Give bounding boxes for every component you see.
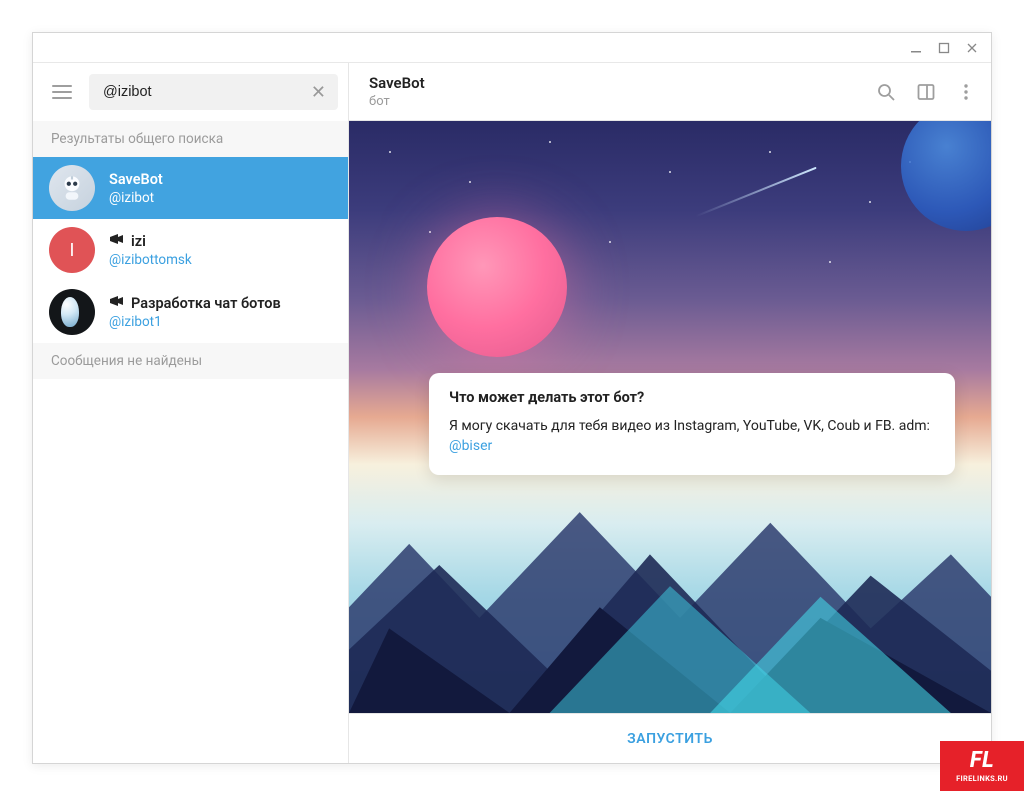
search-result-chatbots[interactable]: Разработка чат ботов @izibot1 — [33, 281, 348, 343]
chat-header-actions — [875, 81, 977, 103]
result-handle: @izibottomsk — [109, 252, 192, 268]
result-text: Разработка чат ботов @izibot1 — [109, 294, 281, 330]
avatar-letter: I — [49, 227, 95, 273]
avatar-robot-icon — [49, 165, 95, 211]
result-text: izi @izibottomsk — [109, 232, 192, 268]
result-name: izi — [109, 232, 192, 250]
result-name: Разработка чат ботов — [109, 294, 281, 312]
hamburger-menu-icon[interactable] — [45, 75, 79, 109]
search-result-savebot[interactable]: SaveBot @izibot — [33, 157, 348, 219]
minimize-button[interactable] — [909, 41, 923, 55]
watermark-badge: FL FIRELINKS.RU — [940, 741, 1024, 791]
result-handle: @izibot1 — [109, 314, 281, 330]
watermark-logo: FL — [970, 750, 994, 772]
search-icon[interactable] — [875, 81, 897, 103]
search-row: ✕ — [33, 63, 348, 121]
start-button[interactable]: ЗАПУСТИТЬ — [627, 731, 713, 747]
result-name-label: Разработка чат ботов — [131, 295, 281, 312]
bot-info-card: Что может делать этот бот? Я могу скачат… — [429, 373, 955, 475]
section-global-results: Результаты общего поиска — [33, 121, 348, 157]
info-admin-link[interactable]: @biser — [449, 438, 492, 454]
app-window: ✕ Результаты общего поиска SaveBot @izib… — [32, 32, 992, 764]
chat-subtitle: бот — [369, 94, 875, 109]
avatar-dark — [49, 289, 95, 335]
info-body-text: Я могу скачать для тебя видео из Instagr… — [449, 418, 930, 434]
result-name-label: izi — [131, 233, 146, 250]
more-icon[interactable] — [955, 81, 977, 103]
info-body: Я могу скачать для тебя видео из Instagr… — [449, 416, 935, 457]
megaphone-icon — [109, 232, 125, 250]
chat-body: Что может делать этот бот? Я могу скачат… — [349, 121, 991, 713]
info-title: Что может делать этот бот? — [449, 389, 935, 406]
sidebar: ✕ Результаты общего поиска SaveBot @izib… — [33, 63, 349, 763]
chat-title: SaveBot — [369, 74, 875, 92]
section-no-messages: Сообщения не найдены — [33, 343, 348, 379]
sidepanel-icon[interactable] — [915, 81, 937, 103]
search-input[interactable] — [103, 84, 307, 100]
maximize-button[interactable] — [937, 41, 951, 55]
chat-pane: SaveBot бот — [349, 63, 991, 763]
app-body: ✕ Результаты общего поиска SaveBot @izib… — [33, 63, 991, 763]
megaphone-icon — [109, 294, 125, 312]
search-box: ✕ — [89, 74, 338, 110]
result-text: SaveBot @izibot — [109, 171, 163, 206]
clear-search-icon[interactable]: ✕ — [307, 78, 330, 107]
close-button[interactable] — [965, 41, 979, 55]
result-handle: @izibot — [109, 190, 163, 206]
result-name: SaveBot — [109, 171, 163, 188]
start-bar: ЗАПУСТИТЬ — [349, 713, 991, 763]
watermark-url: FIRELINKS.RU — [956, 774, 1008, 783]
titlebar — [33, 33, 991, 63]
search-result-izi[interactable]: I izi @izibottomsk — [33, 219, 348, 281]
chat-header: SaveBot бот — [349, 63, 991, 121]
chat-header-info[interactable]: SaveBot бот — [369, 74, 875, 109]
